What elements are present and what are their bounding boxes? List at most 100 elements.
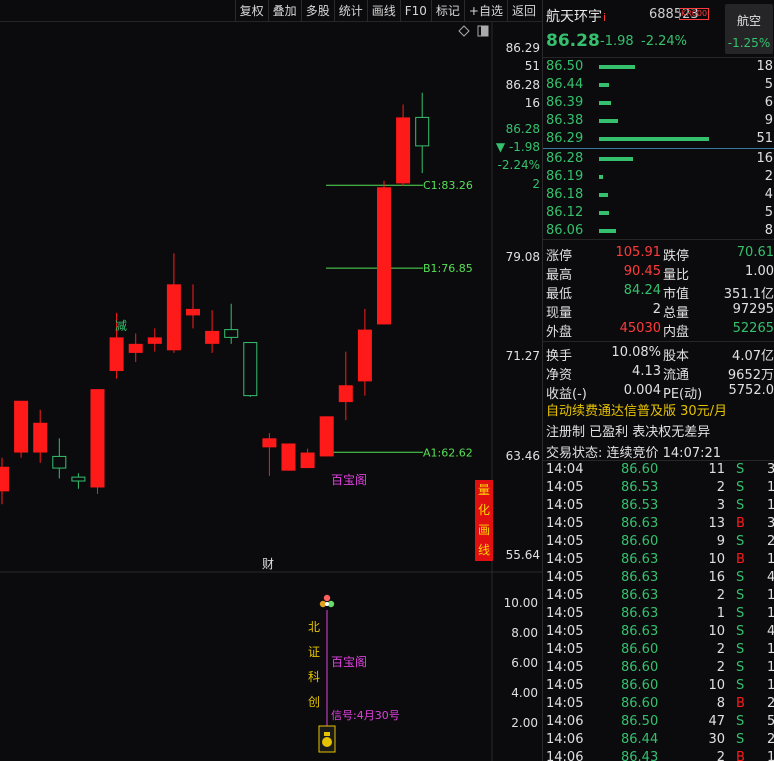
sector-button[interactable]: 航空 -1.25%	[725, 4, 773, 54]
tick-count: 2	[767, 732, 774, 747]
candlestick-chart[interactable]: C1:83.26 B1:76.85 A1:62.62 86.29 51 86.28 16 8…	[0, 22, 542, 761]
tick-row[interactable]: 14:05 86.60 8B 2	[543, 695, 774, 713]
orderbook-row[interactable]: 86.28 16	[543, 150, 774, 168]
stat-label: 总量	[663, 306, 690, 321]
toolbar-button[interactable]: +自选	[463, 0, 507, 22]
candle	[14, 400, 29, 458]
info-mark-icon[interactable]: i	[603, 11, 606, 24]
registration-info: 注册制 已盈利 表决权无差异	[546, 425, 711, 440]
window-toggle-icon[interactable]	[477, 25, 489, 37]
quant-drawline-button[interactable]: 量 化 画 线	[475, 480, 493, 561]
finance-label[interactable]: 财	[262, 557, 274, 571]
orderbook-price: 86.06	[546, 223, 584, 238]
chart-area[interactable]: C1:83.26 B1:76.85 A1:62.62 86.29 51 86.28 16 8…	[0, 22, 542, 761]
level-line[interactable]: A1:62.62	[326, 446, 473, 459]
stock-name-text: 航天环宇	[546, 9, 602, 25]
orderbook-row[interactable]: 86.06 8	[543, 222, 774, 240]
candle-body	[281, 443, 296, 471]
tick-row[interactable]: 14:06 86.50 47 S 5	[543, 713, 774, 731]
price-axis-label: 86.28	[506, 78, 540, 92]
toolbar-button[interactable]: 画线	[366, 0, 400, 22]
orderbook-row[interactable]: 86.38 9	[543, 112, 774, 130]
stats-row: 现量 2 总量 97295	[543, 301, 774, 321]
ind-char-4: 创	[308, 695, 320, 709]
tick-row[interactable]: 14:0586.631S1	[543, 605, 774, 623]
tick-list[interactable]: 14:0486.6011S314:0586.532S114:0586.533S1…	[543, 460, 774, 761]
toolbar-button[interactable]: 统计	[333, 0, 367, 22]
tick-row[interactable]: 14:06 86.44 30 S 2	[543, 731, 774, 749]
candle	[52, 438, 67, 479]
stock-name[interactable]: 航天环宇i	[546, 6, 606, 26]
toolbar-button[interactable]: 多股	[300, 0, 334, 22]
tick-time: 14:05	[546, 624, 584, 639]
subscription-link[interactable]: 自动续费通达信普及版 30元/月	[546, 400, 727, 419]
tick-row[interactable]: 14:05 86.63 2S 1	[543, 587, 774, 605]
toolbar-button[interactable]: 叠加	[267, 0, 301, 22]
stat-value: 9652万	[727, 368, 774, 383]
orderbook-row[interactable]: 86.19 2	[543, 168, 774, 186]
tick-count: 1	[767, 606, 774, 621]
tick-price: 86.63	[621, 624, 659, 639]
tick-row[interactable]: 14:05 86.63 13 B 3	[543, 515, 774, 533]
orderbook-volume-bar	[599, 119, 618, 123]
stat-label: 最高	[546, 268, 573, 283]
diamond-icon[interactable]	[458, 25, 470, 37]
toolbar-button[interactable]: 返回	[506, 0, 540, 22]
stat-label: 换手	[546, 349, 573, 364]
orderbook-row[interactable]: 86.29 51	[543, 130, 774, 148]
tick-row[interactable]: 14:05 86.63 10 B 1	[543, 551, 774, 569]
tick-volume: 2	[716, 588, 725, 603]
orderbook-price: 86.29	[546, 131, 584, 146]
tick-price: 86.60	[621, 678, 659, 693]
ind-signal-label: 信号:4月30号	[331, 709, 400, 722]
orderbook-price: 86.44	[546, 77, 584, 92]
orderbook-row[interactable]: 86.50 18	[543, 58, 774, 76]
stat-label: 现量	[546, 306, 573, 321]
toolbar-button[interactable]: 标记	[430, 0, 464, 22]
tick-price: 86.44	[621, 732, 659, 747]
tick-row[interactable]: 14:05 86.53 2S 1	[543, 479, 774, 497]
current-price: 86.28	[546, 31, 600, 51]
tick-side: S	[736, 498, 745, 513]
trade-status: 交易状态: 连续竞价 14:07:21	[546, 446, 722, 461]
price-axis-label: 2	[532, 177, 540, 191]
stat-label: 净资	[546, 368, 573, 383]
candle	[166, 253, 181, 353]
tick-side: S	[736, 534, 745, 549]
orderbook-row[interactable]: 86.12 5	[543, 204, 774, 222]
indicator-axis-label: 2.00	[511, 716, 538, 730]
pattern-label: 百宝阁	[331, 473, 367, 487]
tick-row[interactable]: 14:05 86.53 3S 1	[543, 497, 774, 515]
level-line[interactable]: B1:76.85	[326, 262, 473, 275]
tick-count: 4	[767, 570, 774, 585]
tick-row[interactable]: 14:06 86.43 2B 1	[543, 749, 774, 761]
stat-label: 量比	[663, 268, 690, 283]
stat-label: 涨停	[546, 249, 573, 264]
tick-row[interactable]: 14:05 86.63 16 S 4	[543, 569, 774, 587]
stat-value: 52265	[732, 321, 774, 336]
stat-value: 105.91	[615, 245, 662, 260]
ind-pattern-label: 百宝阁	[331, 655, 367, 669]
money-bag-icon[interactable]	[318, 725, 336, 753]
candle	[396, 104, 411, 186]
stat-value: 4.07亿	[732, 349, 774, 364]
app-window: 复权 叠加 多股 统计 画线 F10 标记 +自选 返回 C1:83.26 B1:76.85 A1:…	[0, 0, 774, 761]
tick-row[interactable]: 14:05 86.60 10 S 1	[543, 677, 774, 695]
toolbar-button[interactable]: 复权	[234, 0, 268, 22]
tick-row[interactable]: 14:05 86.60 9S 2	[543, 533, 774, 551]
orderbook-volume-bar	[599, 229, 616, 233]
tick-row[interactable]: 14:04 86.60 11 S 3	[543, 461, 774, 479]
tick-price: 86.63	[621, 606, 659, 621]
toolbar-button[interactable]: F10	[399, 0, 431, 22]
orderbook-row[interactable]: 86.44 5	[543, 76, 774, 94]
candle	[415, 92, 430, 174]
tick-row[interactable]: 14:05 86.63 10 S 4	[543, 623, 774, 641]
tick-price: 86.63	[621, 516, 659, 531]
candle	[128, 333, 143, 362]
candle	[71, 473, 86, 489]
orderbook-row[interactable]: 86.18 4	[543, 186, 774, 204]
orderbook-row[interactable]: 86.39 6	[543, 94, 774, 112]
stat-value: 10.08%	[611, 345, 661, 360]
tick-row[interactable]: 14:05 86.60 2S 1	[543, 641, 774, 659]
tick-row[interactable]: 14:05 86.60 2S 1	[543, 659, 774, 677]
